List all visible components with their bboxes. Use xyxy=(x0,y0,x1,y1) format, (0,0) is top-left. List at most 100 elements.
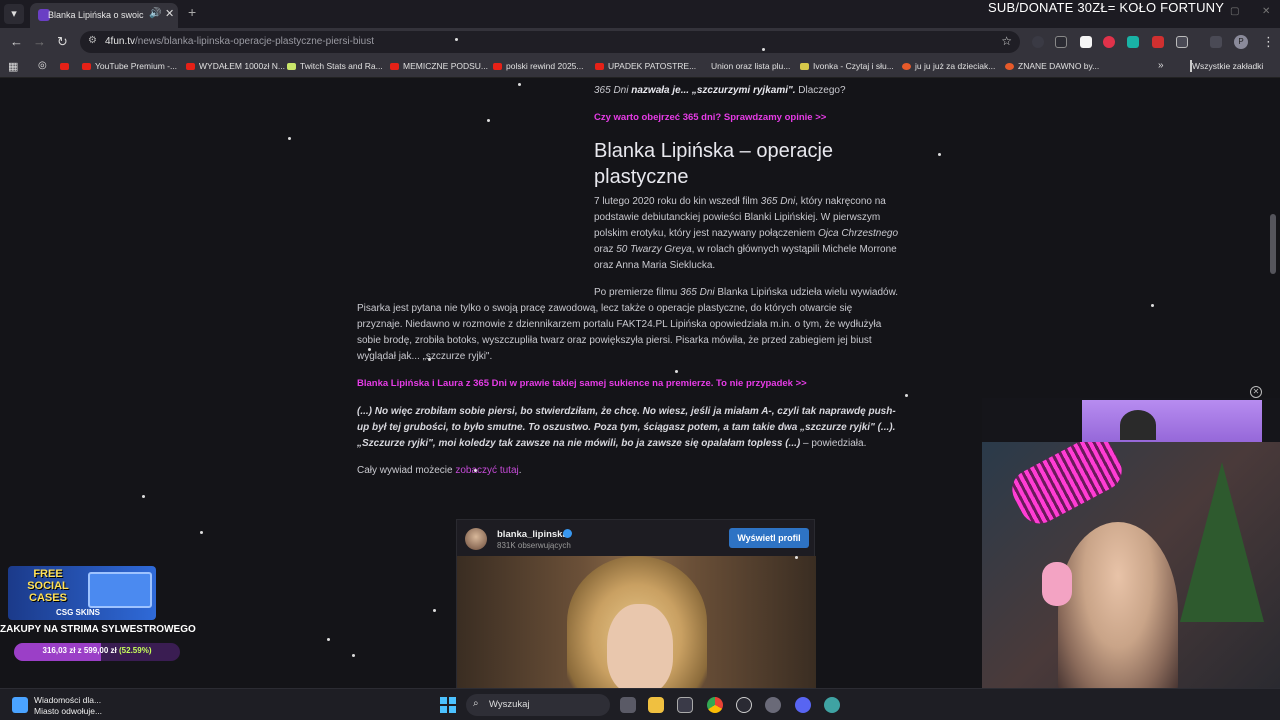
bookmarks-overflow-icon[interactable]: » xyxy=(1158,60,1164,71)
windows-start-icon[interactable] xyxy=(440,697,456,713)
bookmark-item[interactable]: MEMICZNE PODSU... xyxy=(390,61,488,71)
extension-icon-6[interactable] xyxy=(1152,36,1164,48)
opinions-link[interactable]: Czy warto obejrzeć 365 dni? Sprawdzamy o… xyxy=(594,110,914,126)
snow-particle xyxy=(200,531,203,534)
intro-film-title: 365 Dni xyxy=(594,85,629,96)
site-icon xyxy=(1005,63,1014,70)
p2-text-a: Po premierze filmu xyxy=(594,287,681,298)
bookmark-item[interactable]: YouTube Premium -... xyxy=(82,61,177,71)
store-icon[interactable] xyxy=(677,697,693,713)
address-bar[interactable]: ⚙ 4fun.tv/news/blanka-lipinska-operacje-… xyxy=(80,31,1020,53)
extensions-puzzle-icon[interactable] xyxy=(1176,36,1188,48)
tab-title: Blanka Lipińska o swoich pi xyxy=(48,10,144,20)
bookmark-star-icon[interactable]: ☆ xyxy=(1001,34,1012,48)
extension-icon-5[interactable] xyxy=(1127,36,1139,48)
microphone xyxy=(1005,442,1129,531)
new-tab-icon[interactable]: + xyxy=(188,4,196,20)
bookmark-item[interactable]: UPADEK PATOSTRE... xyxy=(595,61,696,71)
blank-icon xyxy=(698,63,707,70)
bookmark-item[interactable]: ZNANE DAWNO by... xyxy=(1005,61,1099,71)
close-window-icon[interactable]: ✕ xyxy=(1262,6,1270,17)
reload-icon[interactable]: ↻ xyxy=(57,34,68,50)
snow-particle xyxy=(474,469,477,472)
twitchtracker-icon xyxy=(287,63,296,70)
snow-particle xyxy=(368,348,371,351)
profile-avatar[interactable]: P xyxy=(1234,35,1248,49)
url-path: /news/blanka-lipinska-operacje-plastyczn… xyxy=(135,36,375,47)
instagram-followers: 831K obserwujących xyxy=(497,541,571,550)
webcam-close-icon[interactable]: ✕ xyxy=(1250,386,1262,398)
task-view-icon[interactable] xyxy=(620,697,636,713)
apps-grid-icon[interactable]: ▦ xyxy=(8,60,18,73)
tab-audio-icon[interactable]: 🔊 xyxy=(149,8,161,19)
bookmark-item[interactable]: Twitch Stats and Ra... xyxy=(287,61,383,71)
p1-text-a: 7 lutego 2020 roku do kin wszedł film xyxy=(594,196,761,207)
streamer xyxy=(1058,522,1178,688)
reading-list-icon[interactable] xyxy=(1210,36,1222,48)
site-info-icon[interactable]: ⚙ xyxy=(88,35,97,46)
youtube-icon xyxy=(493,63,502,70)
bookmarks-bar: ▦ ◎ YouTube Premium -... WYDAŁEM 1000zł … xyxy=(0,56,1280,78)
browser-menu-icon[interactable]: ⋮ xyxy=(1262,34,1275,50)
interview-quote: (...) No więc zrobiłam sobie piersi, bo … xyxy=(357,404,897,452)
instagram-embed: blanka_lipinska 831K obserwujących Wyświ… xyxy=(456,519,816,689)
instagram-photo[interactable] xyxy=(457,556,816,689)
bookmark-youtube-icon[interactable] xyxy=(60,61,73,71)
snow-particle xyxy=(1151,304,1154,307)
minimize-icon[interactable]: ▢ xyxy=(1230,6,1239,17)
active-tab[interactable]: Blanka Lipińska o swoich pi 🔊 ✕ xyxy=(30,3,178,28)
taskbar-search[interactable]: ⌕ Wyszukaj xyxy=(466,694,610,716)
paragraph-2-first-line: Po premierze filmu 365 Dni Blanka Lipińs… xyxy=(594,285,914,301)
all-bookmarks-label: Wszystkie zakładki xyxy=(1192,61,1264,71)
url-text[interactable]: 4fun.tv/news/blanka-lipinska-operacje-pl… xyxy=(105,36,374,47)
extension-icon-1[interactable] xyxy=(1032,36,1044,48)
forward-icon[interactable]: → xyxy=(33,34,46,49)
bookmark-item[interactable]: Union oraz lista plu... xyxy=(698,61,790,71)
snow-particle xyxy=(518,83,521,86)
stream-goal-progress: 316,03 zł z 599,00 zł (52.59%) xyxy=(14,643,180,661)
news-widget-line2[interactable]: Miasto odwołuje... xyxy=(34,706,102,716)
extension-icon-4[interactable] xyxy=(1103,36,1115,48)
bookmark-item[interactable]: polski rewind 2025... xyxy=(493,61,584,71)
youtube-icon xyxy=(186,63,195,70)
tab-search-menu-icon[interactable]: ▾ xyxy=(4,4,24,24)
back-icon[interactable]: ← xyxy=(10,34,23,49)
chrome-icon[interactable] xyxy=(707,697,723,713)
book-icon xyxy=(800,63,809,70)
weather-news-icon[interactable] xyxy=(12,697,28,713)
watch-here-link[interactable]: zobaczyć tutaj xyxy=(455,465,518,476)
secondary-feed-person xyxy=(1120,410,1156,440)
bookmark-item[interactable]: ju ju już za dzieciak... xyxy=(902,61,995,71)
dress-article-link[interactable]: Blanka Lipińska i Laura z 365 Dni w praw… xyxy=(357,376,917,392)
extension-icon-2[interactable] xyxy=(1055,36,1067,48)
bookmark-item[interactable]: WYDAŁEM 1000zł N... xyxy=(186,61,285,71)
youtube-icon xyxy=(595,63,604,70)
p1-grey: 50 Twarzy Greya xyxy=(616,244,692,255)
clock-app-icon[interactable] xyxy=(736,697,752,713)
all-bookmarks[interactable]: Wszystkie zakładki xyxy=(1190,60,1264,72)
instagram-username[interactable]: blanka_lipinska xyxy=(497,529,568,540)
settings-gear-icon[interactable] xyxy=(765,697,781,713)
headphones xyxy=(1042,562,1072,606)
screen: ▾ Blanka Lipińska o swoich pi 🔊 ✕ + SUB/… xyxy=(0,0,1280,720)
file-explorer-icon[interactable] xyxy=(648,697,664,713)
instagram-avatar[interactable] xyxy=(465,528,487,550)
snow-particle xyxy=(428,358,431,361)
page-scrollbar[interactable] xyxy=(1270,214,1276,274)
goal-progress-text: 316,03 zł z 599,00 zł (52.59%) xyxy=(14,646,180,655)
news-widget-line1[interactable]: Wiadomości dla... xyxy=(34,695,101,705)
network-app-icon[interactable] xyxy=(824,697,840,713)
discord-icon[interactable] xyxy=(795,697,811,713)
extension-icon-3[interactable] xyxy=(1080,36,1092,48)
search-icon: ⌕ xyxy=(473,698,479,709)
promo-gift-box-icon xyxy=(88,572,152,608)
bookmark-label: polski rewind 2025... xyxy=(506,61,584,71)
view-profile-button[interactable]: Wyświetl profil xyxy=(729,528,809,548)
browser-toolbar: ← → ↻ ⚙ 4fun.tv/news/blanka-lipinska-ope… xyxy=(0,28,1280,56)
tab-close-icon[interactable]: ✕ xyxy=(165,7,174,20)
bookmark-label: Ivonka - Czytaj i słu... xyxy=(813,61,894,71)
bookmark-tiktok-icon[interactable]: ◎ xyxy=(38,60,47,71)
bookmark-label: WYDAŁEM 1000zł N... xyxy=(199,61,285,71)
bookmark-item[interactable]: Ivonka - Czytaj i słu... xyxy=(800,61,894,71)
christmas-tree xyxy=(1180,462,1264,622)
